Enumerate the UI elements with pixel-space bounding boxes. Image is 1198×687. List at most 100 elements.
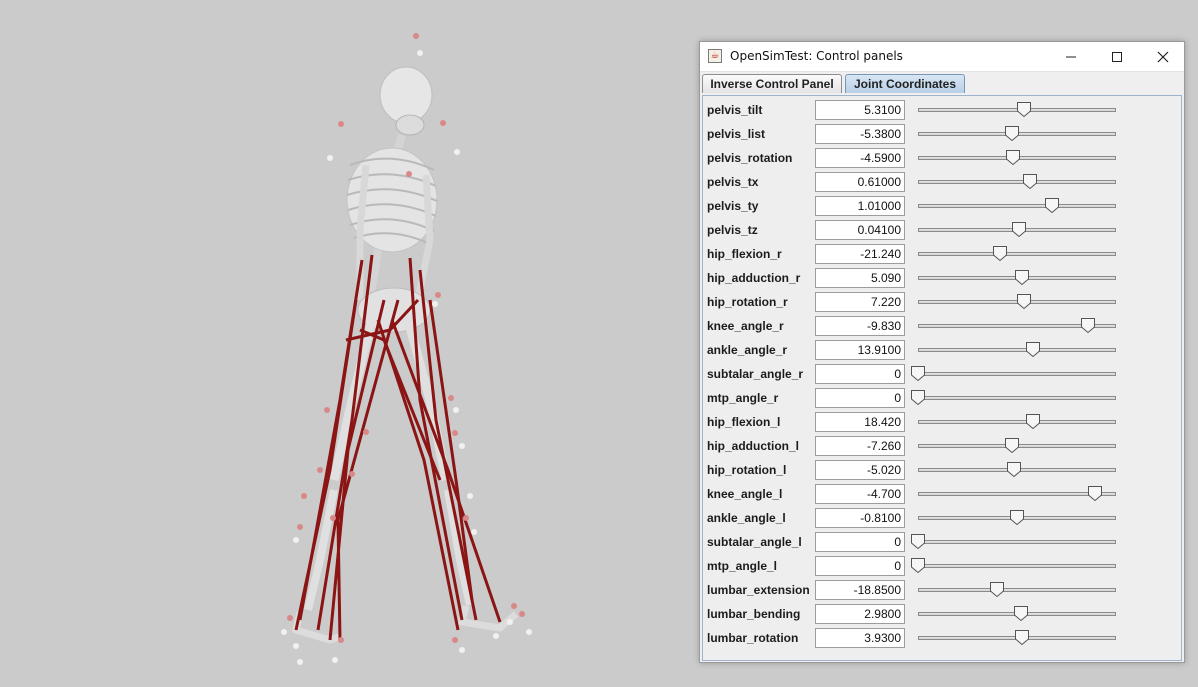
coordinate-slider-track[interactable] xyxy=(918,372,1116,376)
close-button[interactable] xyxy=(1140,42,1186,71)
coordinate-value-field[interactable]: 5.090 xyxy=(815,268,905,288)
coordinate-slider-track[interactable] xyxy=(918,420,1116,424)
slider-thumb[interactable] xyxy=(1016,101,1032,118)
coordinate-slider-track[interactable] xyxy=(918,564,1116,568)
coordinate-label: knee_angle_l xyxy=(707,487,783,501)
coordinate-value-field[interactable]: 0.61000 xyxy=(815,172,905,192)
coordinate-value-field[interactable]: -4.700 xyxy=(815,484,905,504)
slider-thumb[interactable] xyxy=(1011,221,1027,238)
slider-thumb[interactable] xyxy=(910,533,926,550)
coordinate-row-hip_adduction_r: hip_adduction_r 5.090 xyxy=(703,268,1181,292)
slider-thumb[interactable] xyxy=(1025,413,1041,430)
coordinate-value-field[interactable]: 0 xyxy=(815,532,905,552)
coordinate-label: pelvis_rotation xyxy=(707,151,793,165)
slider-thumb[interactable] xyxy=(1014,269,1030,286)
coordinate-label: hip_rotation_l xyxy=(707,463,787,477)
coordinate-label: hip_adduction_l xyxy=(707,439,800,453)
slider-thumb[interactable] xyxy=(1014,629,1030,646)
coordinate-label: hip_adduction_r xyxy=(707,271,801,285)
coordinate-value-field[interactable]: 0 xyxy=(815,556,905,576)
slider-thumb[interactable] xyxy=(1016,293,1032,310)
coordinate-value-field[interactable]: -5.3800 xyxy=(815,124,905,144)
coordinate-value-field[interactable]: 3.9300 xyxy=(815,628,905,648)
coordinate-row-pelvis_tz: pelvis_tz 0.04100 xyxy=(703,220,1181,244)
coordinate-value-field[interactable]: 0.04100 xyxy=(815,220,905,240)
slider-thumb[interactable] xyxy=(1004,125,1020,142)
coordinate-row-hip_flexion_l: hip_flexion_l 18.420 xyxy=(703,412,1181,436)
coordinate-label: subtalar_angle_r xyxy=(707,367,804,381)
coordinate-row-hip_rotation_r: hip_rotation_r 7.220 xyxy=(703,292,1181,316)
slider-thumb[interactable] xyxy=(1025,341,1041,358)
coordinate-label: ankle_angle_r xyxy=(707,343,788,357)
coordinate-value-field[interactable]: 5.3100 xyxy=(815,100,905,120)
coordinate-row-pelvis_ty: pelvis_ty 1.01000 xyxy=(703,196,1181,220)
coordinate-value-field[interactable]: 0 xyxy=(815,364,905,384)
minimize-button[interactable] xyxy=(1048,42,1094,71)
coordinate-value-field[interactable]: -5.020 xyxy=(815,460,905,480)
coordinate-value-field[interactable]: -0.8100 xyxy=(815,508,905,528)
coordinate-row-subtalar_angle_r: subtalar_angle_r 0 xyxy=(703,364,1181,388)
coordinate-value-field[interactable]: -9.830 xyxy=(815,316,905,336)
coordinate-row-ankle_angle_l: ankle_angle_l -0.8100 xyxy=(703,508,1181,532)
slider-thumb[interactable] xyxy=(910,365,926,382)
coordinate-label: hip_flexion_r xyxy=(707,247,782,261)
coordinate-label: pelvis_list xyxy=(707,127,766,141)
coordinate-label: hip_flexion_l xyxy=(707,415,781,429)
coordinate-value-field[interactable]: -7.260 xyxy=(815,436,905,456)
coordinate-row-ankle_angle_r: ankle_angle_r 13.9100 xyxy=(703,340,1181,364)
coordinate-row-pelvis_tx: pelvis_tx 0.61000 xyxy=(703,172,1181,196)
coordinate-label: ankle_angle_l xyxy=(707,511,786,525)
coordinate-slider-track[interactable] xyxy=(918,396,1116,400)
slider-thumb[interactable] xyxy=(910,557,926,574)
coordinate-value-field[interactable]: 13.9100 xyxy=(815,340,905,360)
coordinate-label: hip_rotation_r xyxy=(707,295,788,309)
slider-thumb[interactable] xyxy=(1087,485,1103,502)
slider-thumb[interactable] xyxy=(1005,149,1021,166)
3d-model-viewport[interactable] xyxy=(0,0,698,687)
coordinate-row-subtalar_angle_l: subtalar_angle_l 0 xyxy=(703,532,1181,556)
slider-thumb[interactable] xyxy=(1022,173,1038,190)
coordinate-slider-track[interactable] xyxy=(918,180,1116,184)
close-icon xyxy=(1157,51,1169,62)
coordinate-slider-track[interactable] xyxy=(918,348,1116,352)
slider-thumb[interactable] xyxy=(1080,317,1096,334)
slider-thumb[interactable] xyxy=(1013,605,1029,622)
maximize-button[interactable] xyxy=(1094,42,1140,71)
coordinate-row-lumbar_extension: lumbar_extension -18.8500 xyxy=(703,580,1181,604)
slider-thumb[interactable] xyxy=(1006,461,1022,478)
coordinate-value-field[interactable]: -18.8500 xyxy=(815,580,905,600)
coordinate-label: mtp_angle_r xyxy=(707,391,779,405)
coordinate-label: mtp_angle_l xyxy=(707,559,778,573)
coordinate-slider-track[interactable] xyxy=(918,204,1116,208)
title-bar[interactable]: ☕ OpenSimTest: Control panels xyxy=(700,42,1184,72)
tab-inverse-control-panel[interactable]: Inverse Control Panel xyxy=(702,74,842,93)
coordinate-slider-track[interactable] xyxy=(918,540,1116,544)
slider-thumb[interactable] xyxy=(992,245,1008,262)
tab-bar: Inverse Control Panel Joint Coordinates xyxy=(702,74,1182,94)
coordinate-label: pelvis_ty xyxy=(707,199,759,213)
coordinate-value-field[interactable]: 1.01000 xyxy=(815,196,905,216)
slider-thumb[interactable] xyxy=(1009,509,1025,526)
coordinate-row-mtp_angle_r: mtp_angle_r 0 xyxy=(703,388,1181,412)
coordinate-row-lumbar_rotation: lumbar_rotation 3.9300 xyxy=(703,628,1181,652)
slider-thumb[interactable] xyxy=(910,389,926,406)
joint-coordinates-panel: pelvis_tilt 5.3100 pelvis_list -5.3800 pelvi… xyxy=(702,95,1182,661)
slider-thumb[interactable] xyxy=(1004,437,1020,454)
coordinate-value-field[interactable]: 2.9800 xyxy=(815,604,905,624)
left-foot xyxy=(457,605,519,632)
minimize-icon xyxy=(1066,56,1076,57)
slider-thumb[interactable] xyxy=(1044,197,1060,214)
coordinate-label: lumbar_rotation xyxy=(707,631,799,645)
control-panels-window: ☕ OpenSimTest: Control panels Inverse Co… xyxy=(699,41,1185,663)
coordinate-slider-track[interactable] xyxy=(918,252,1116,256)
coordinate-value-field[interactable]: 18.420 xyxy=(815,412,905,432)
coordinate-value-field[interactable]: 7.220 xyxy=(815,292,905,312)
coordinate-slider-track[interactable] xyxy=(918,588,1116,592)
slider-thumb[interactable] xyxy=(989,581,1005,598)
coordinate-label: pelvis_tx xyxy=(707,175,759,189)
coordinate-value-field[interactable]: 0 xyxy=(815,388,905,408)
coordinate-row-hip_adduction_l: hip_adduction_l -7.260 xyxy=(703,436,1181,460)
tab-joint-coordinates[interactable]: Joint Coordinates xyxy=(845,74,965,93)
coordinate-value-field[interactable]: -21.240 xyxy=(815,244,905,264)
coordinate-value-field[interactable]: -4.5900 xyxy=(815,148,905,168)
